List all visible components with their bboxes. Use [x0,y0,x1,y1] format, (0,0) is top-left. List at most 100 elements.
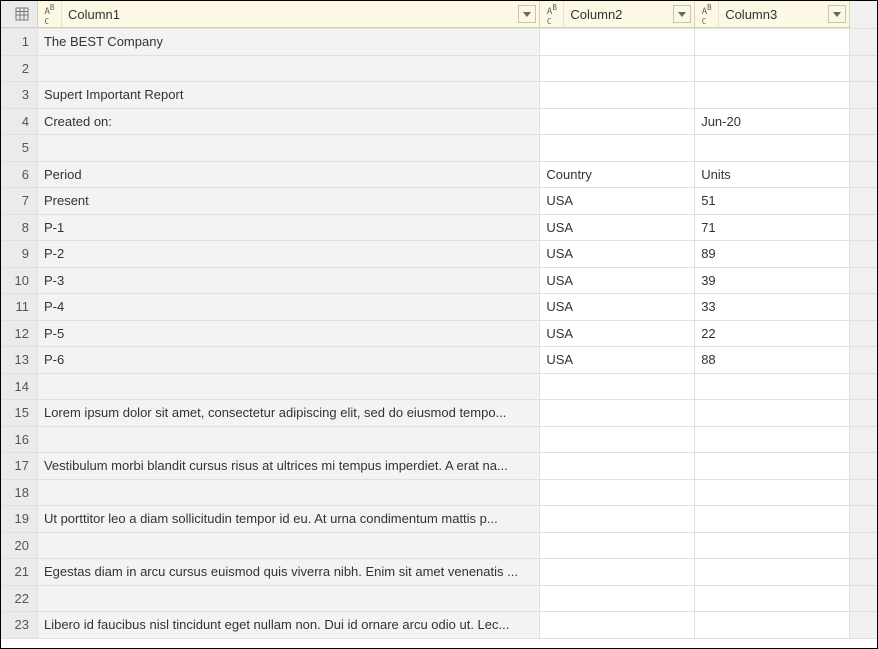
cell-column1[interactable]: P-5 [38,321,540,347]
cell-column2[interactable] [540,506,695,532]
row-number[interactable]: 1 [1,29,38,55]
cell-column3[interactable] [695,506,850,532]
row-number[interactable]: 22 [1,586,38,612]
cell-column1[interactable]: Vestibulum morbi blandit cursus risus at… [38,453,540,479]
cell-column2[interactable]: USA [540,347,695,373]
table-row[interactable]: 10P-3USA39 [1,268,877,295]
table-row[interactable]: 2 [1,56,877,83]
cell-column2[interactable]: USA [540,294,695,320]
row-number[interactable]: 2 [1,56,38,82]
text-type-icon[interactable]: ABC [695,1,719,27]
cell-column3[interactable] [695,400,850,426]
cell-column2[interactable]: USA [540,241,695,267]
row-number[interactable]: 16 [1,427,38,453]
table-row[interactable]: 12P-5USA22 [1,321,877,348]
cell-column3[interactable]: 22 [695,321,850,347]
row-number[interactable]: 18 [1,480,38,506]
cell-column2[interactable] [540,586,695,612]
table-row[interactable]: 13P-6USA88 [1,347,877,374]
column-header-3[interactable]: ABC Column3 [695,1,850,28]
cell-column2[interactable] [540,480,695,506]
table-row[interactable]: 16 [1,427,877,454]
table-row[interactable]: 9P-2USA89 [1,241,877,268]
cell-column3[interactable] [695,427,850,453]
cell-column3[interactable] [695,586,850,612]
table-row[interactable]: 5 [1,135,877,162]
cell-column3[interactable] [695,533,850,559]
cell-column3[interactable] [695,453,850,479]
filter-dropdown-button[interactable] [518,5,536,23]
cell-column1[interactable]: P-4 [38,294,540,320]
row-number[interactable]: 10 [1,268,38,294]
cell-column2[interactable] [540,82,695,108]
cell-column3[interactable] [695,374,850,400]
row-number[interactable]: 8 [1,215,38,241]
cell-column1[interactable]: Egestas diam in arcu cursus euismod quis… [38,559,540,585]
filter-dropdown-button[interactable] [828,5,846,23]
row-number[interactable]: 13 [1,347,38,373]
cell-column1[interactable]: Created on: [38,109,540,135]
cell-column1[interactable]: P-1 [38,215,540,241]
table-row[interactable]: 1The BEST Company [1,29,877,56]
cell-column1[interactable]: P-3 [38,268,540,294]
table-row[interactable]: 4Created on:Jun-20 [1,109,877,136]
cell-column2[interactable] [540,374,695,400]
cell-column3[interactable]: 33 [695,294,850,320]
cell-column1[interactable]: The BEST Company [38,29,540,55]
row-number[interactable]: 3 [1,82,38,108]
cell-column2[interactable]: Country [540,162,695,188]
cell-column1[interactable] [38,427,540,453]
cell-column1[interactable]: Period [38,162,540,188]
cell-column1[interactable] [38,480,540,506]
row-number[interactable]: 20 [1,533,38,559]
cell-column3[interactable] [695,559,850,585]
cell-column1[interactable] [38,533,540,559]
table-row[interactable]: 6PeriodCountryUnits [1,162,877,189]
cell-column3[interactable] [695,612,850,638]
cell-column2[interactable]: USA [540,188,695,214]
row-number[interactable]: 6 [1,162,38,188]
table-row[interactable]: 8P-1USA71 [1,215,877,242]
table-row[interactable]: 18 [1,480,877,507]
cell-column3[interactable]: 39 [695,268,850,294]
cell-column2[interactable]: USA [540,268,695,294]
cell-column3[interactable] [695,29,850,55]
table-row[interactable]: 22 [1,586,877,613]
cell-column1[interactable]: Ut porttitor leo a diam sollicitudin tem… [38,506,540,532]
cell-column3[interactable]: 88 [695,347,850,373]
cell-column1[interactable]: Supert Important Report [38,82,540,108]
cell-column2[interactable] [540,109,695,135]
row-number[interactable]: 11 [1,294,38,320]
cell-column2[interactable] [540,400,695,426]
row-number[interactable]: 4 [1,109,38,135]
cell-column2[interactable] [540,453,695,479]
row-number[interactable]: 12 [1,321,38,347]
cell-column1[interactable]: Lorem ipsum dolor sit amet, consectetur … [38,400,540,426]
table-row[interactable]: 14 [1,374,877,401]
cell-column3[interactable]: 71 [695,215,850,241]
select-all-corner[interactable] [1,1,38,28]
cell-column1[interactable] [38,374,540,400]
table-row[interactable]: 20 [1,533,877,560]
text-type-icon[interactable]: ABC [38,1,62,27]
cell-column3[interactable] [695,82,850,108]
table-row[interactable]: 21Egestas diam in arcu cursus euismod qu… [1,559,877,586]
cell-column3[interactable]: 89 [695,241,850,267]
cell-column2[interactable] [540,135,695,161]
cell-column2[interactable] [540,29,695,55]
column-header-1[interactable]: ABC Column1 [38,1,540,28]
cell-column1[interactable]: P-6 [38,347,540,373]
cell-column3[interactable] [695,480,850,506]
row-number[interactable]: 17 [1,453,38,479]
cell-column2[interactable]: USA [540,321,695,347]
text-type-icon[interactable]: ABC [540,1,564,27]
row-number[interactable]: 19 [1,506,38,532]
cell-column2[interactable] [540,559,695,585]
table-row[interactable]: 11P-4USA33 [1,294,877,321]
row-number[interactable]: 15 [1,400,38,426]
cell-column2[interactable] [540,612,695,638]
cell-column3[interactable] [695,135,850,161]
table-row[interactable]: 23Libero id faucibus nisl tincidunt eget… [1,612,877,639]
table-row[interactable]: 19Ut porttitor leo a diam sollicitudin t… [1,506,877,533]
row-number[interactable]: 9 [1,241,38,267]
